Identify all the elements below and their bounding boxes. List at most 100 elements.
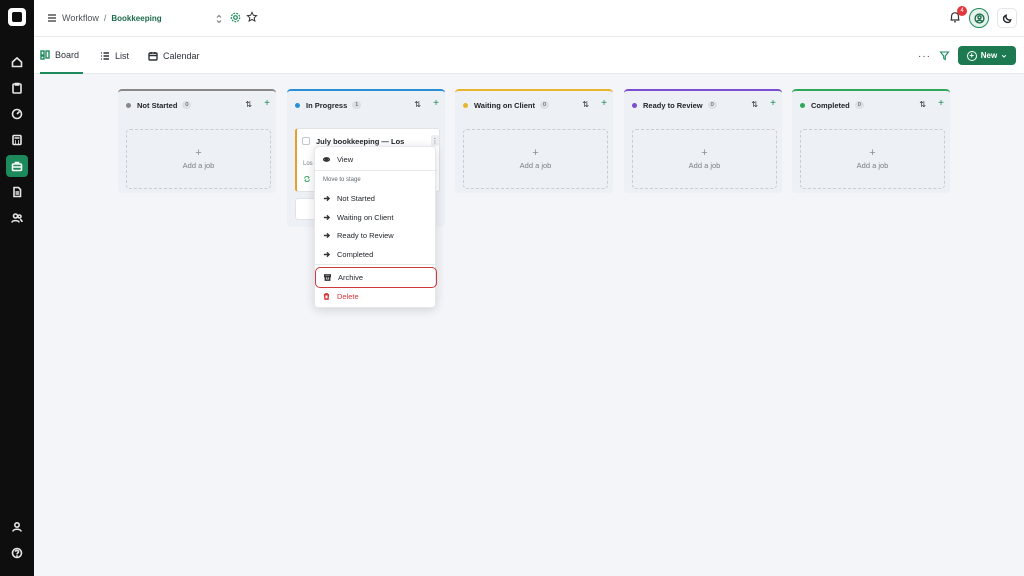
recurring-icon <box>304 176 310 182</box>
new-button-label: New <box>980 51 998 60</box>
column-count-badge: 0 <box>539 101 550 109</box>
column-title: Ready to Review <box>643 100 703 110</box>
breadcrumb: Workflow / Bookkeeping <box>62 13 162 23</box>
list-icon <box>101 51 109 60</box>
tab-board[interactable]: Board <box>40 37 83 74</box>
moon-icon <box>1002 13 1012 23</box>
add-job-button[interactable]: + Add a job <box>632 129 777 189</box>
switch-chevron-icon[interactable] <box>214 13 224 25</box>
tab-board-label: Board <box>55 49 80 60</box>
clipboard-icon[interactable] <box>6 77 28 99</box>
job-client: Los <box>303 161 313 167</box>
tab-calendar[interactable]: Calendar <box>148 37 200 74</box>
arrow-right-icon <box>323 214 330 220</box>
theme-toggle[interactable] <box>997 8 1017 28</box>
archive-icon <box>324 274 331 281</box>
sort-icon[interactable]: ⇅ <box>582 100 589 109</box>
column-add-button[interactable]: + <box>938 98 944 109</box>
user-icon[interactable] <box>6 516 28 538</box>
stage-label: Waiting on Client <box>337 212 394 222</box>
view-toolbar: Board List Calendar ··· + New <box>34 37 1024 74</box>
side-rail <box>0 0 34 576</box>
plus-icon: + <box>532 147 539 159</box>
tab-list[interactable]: List <box>100 37 129 74</box>
eye-icon <box>323 156 330 162</box>
add-job-label: Add a job <box>856 161 889 170</box>
stage-label: Not Started <box>337 193 375 203</box>
column-status-dot <box>463 102 468 108</box>
briefcase-icon[interactable] <box>6 155 28 177</box>
job-kebab-menu-button[interactable]: ⋮ <box>431 135 439 146</box>
plus-icon: + <box>701 147 708 159</box>
column-status-dot <box>295 102 300 108</box>
column-add-button[interactable]: + <box>770 98 776 109</box>
column-title: In Progress <box>306 100 348 110</box>
menu-item-move-waiting-on-client[interactable]: Waiting on Client <box>315 209 437 225</box>
avatar[interactable] <box>969 8 989 28</box>
arrow-right-icon <box>323 232 330 238</box>
sort-icon[interactable]: ⇅ <box>751 100 758 109</box>
breadcrumb-current[interactable]: Bookkeeping <box>111 14 161 23</box>
column-completed: Completed 0 ⇅ + + Add a job <box>792 89 950 193</box>
sort-icon[interactable]: ⇅ <box>414 100 421 109</box>
add-job-label: Add a job <box>519 161 552 170</box>
board-icon <box>40 49 50 60</box>
add-job-label: Add a job <box>688 161 721 170</box>
gear-icon[interactable] <box>230 12 241 23</box>
help-icon[interactable] <box>6 542 28 564</box>
column-add-button[interactable]: + <box>601 98 607 109</box>
column-count-badge: 0 <box>707 101 717 109</box>
notification-badge: 4 <box>957 6 967 16</box>
column-add-button[interactable]: + <box>264 98 270 109</box>
home-icon[interactable] <box>6 51 28 73</box>
breadcrumb-root[interactable]: Workflow <box>62 13 99 23</box>
plus-icon: + <box>195 147 202 159</box>
add-job-button[interactable]: + Add a job <box>800 129 945 189</box>
menu-item-view[interactable]: View <box>315 151 437 167</box>
add-job-label: Add a job <box>182 161 215 170</box>
app-logo[interactable] <box>8 8 26 26</box>
column-header: Completed 0 ⇅ + <box>792 91 950 119</box>
menu-icon[interactable] <box>46 12 58 24</box>
document-icon[interactable] <box>6 181 28 203</box>
column-count-badge: 0 <box>854 101 864 109</box>
column-status-dot <box>632 102 637 108</box>
column-not-started: Not Started 0 ⇅ + + Add a job <box>118 89 276 193</box>
menu-divider <box>315 264 437 265</box>
more-options-button[interactable]: ··· <box>918 51 931 62</box>
breadcrumb-separator: / <box>103 13 107 23</box>
job-checkbox[interactable] <box>302 137 310 145</box>
menu-item-move-ready-to-review[interactable]: Ready to Review <box>315 227 437 243</box>
gauge-icon[interactable] <box>6 103 28 125</box>
column-title: Not Started <box>137 100 178 110</box>
avatar-user-icon <box>973 12 985 24</box>
calculator-icon[interactable] <box>6 129 28 151</box>
add-job-button[interactable]: + Add a job <box>463 129 608 189</box>
filter-icon[interactable] <box>939 50 950 61</box>
menu-item-archive[interactable]: Archive <box>315 267 437 288</box>
add-job-button[interactable]: + Add a job <box>126 129 271 189</box>
column-ready-to-review: Ready to Review 0 ⇅ + + Add a job <box>624 89 782 193</box>
column-add-button[interactable]: + <box>433 98 439 109</box>
tab-list-label: List <box>115 50 130 61</box>
job-context-menu: View Move to stage Not Started Waiting o… <box>314 146 437 308</box>
menu-item-archive-label: Archive <box>338 273 364 282</box>
top-header: Workflow / Bookkeeping 4 <box>34 0 1024 37</box>
column-header: Ready to Review 0 ⇅ + <box>624 91 782 119</box>
calendar-icon <box>148 51 158 61</box>
column-status-dot <box>800 102 805 108</box>
arrow-right-icon <box>323 251 330 257</box>
users-icon[interactable] <box>6 207 28 229</box>
column-status-dot <box>126 102 131 108</box>
menu-divider <box>315 170 437 171</box>
column-title: Waiting on Client <box>474 100 535 110</box>
star-icon[interactable] <box>246 11 258 23</box>
sort-icon[interactable]: ⇅ <box>245 100 252 109</box>
menu-section-label: Move to stage <box>323 177 361 183</box>
new-button[interactable]: + New <box>958 46 1016 65</box>
menu-item-delete[interactable]: Delete <box>315 288 437 304</box>
menu-item-move-completed[interactable]: Completed <box>315 246 437 262</box>
column-title: Completed <box>811 100 850 110</box>
sort-icon[interactable]: ⇅ <box>919 100 926 109</box>
menu-item-move-not-started[interactable]: Not Started <box>315 190 437 206</box>
